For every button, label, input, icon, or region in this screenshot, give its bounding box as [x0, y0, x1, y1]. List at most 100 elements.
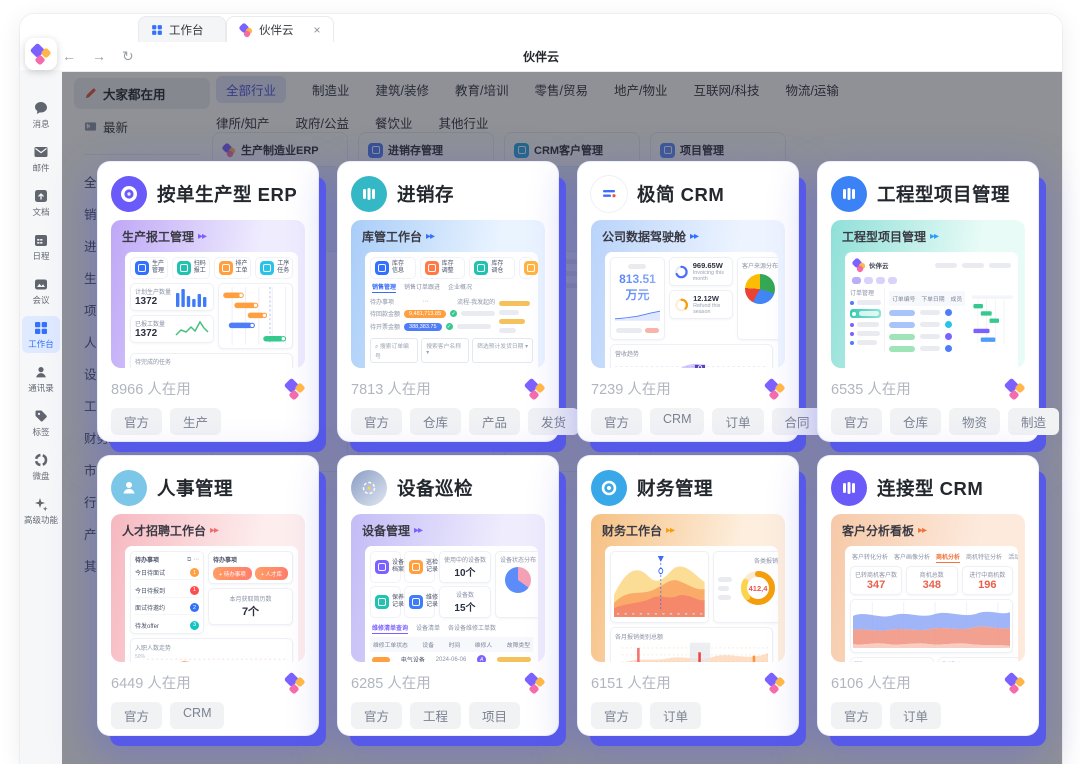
users-count: 7813 人在用	[351, 382, 431, 398]
device-status-pie	[504, 567, 531, 593]
tag-chip[interactable]: 产品	[469, 408, 521, 435]
device-photo-icon	[351, 470, 387, 506]
tag-chip[interactable]: 发货	[528, 408, 580, 435]
mini-gantt	[218, 283, 293, 349]
template-card-simple-crm[interactable]: 极简 CRM 公司数据驾驶舱 ▸▸ 813.51万元 969.65W Invoici…	[578, 162, 823, 441]
template-preview: 库管工作台 ▸▸ 库存 信息 库存 调整 库存 调仓 销售管理 销售订单跟进 企业概况 待办…	[351, 220, 545, 368]
mini-app-icon	[260, 261, 275, 275]
rail-item-tags[interactable]: 标签	[22, 404, 60, 441]
template-preview: 财务工作台 ▸▸ 各类报销 412,4 各月报销类别总额	[591, 514, 785, 662]
mini-app-icon	[375, 595, 389, 609]
card-title: 工程型项目管理	[877, 184, 1011, 205]
template-preview: 设备管理 ▸▸ 设备 档案 巡检 记录 保养 记录 维修 记录 使用中的设备数 10个 设备…	[351, 514, 545, 662]
tag-chip[interactable]: 工程	[410, 702, 462, 729]
arrows-icon: ▸▸	[210, 525, 219, 536]
finance-coin-icon	[591, 470, 627, 506]
template-card-connected-crm[interactable]: 连接型 CRM 客户分析看板 ▸▸ 客户转化分析 客户画像分析 商机分析 商机特征分析活…	[818, 456, 1038, 735]
template-card-finance[interactable]: 财务管理 财务工作台 ▸▸ 各类报销 412,4 各月报销类别总额 6151 人…	[578, 456, 798, 735]
project-columns-icon	[831, 176, 867, 212]
tag-chip[interactable]: 官方	[591, 408, 643, 435]
mini-app-icon	[176, 261, 191, 275]
template-card-project[interactable]: 工程型项目管理 工程型项目管理 ▸▸ 伙伴云 订单管理 订单编号 下单日期 成员…	[818, 162, 1060, 441]
users-count: 6151 人在用	[591, 676, 671, 692]
huoban-diamond-icon	[763, 671, 786, 695]
tag-chip[interactable]: CRM	[170, 702, 225, 729]
arrows-icon: ▸▸	[426, 231, 435, 242]
tab-close-icon[interactable]: ×	[314, 24, 321, 36]
card-title: 财务管理	[637, 478, 714, 499]
tag-chip[interactable]: 生产	[170, 408, 222, 435]
tag-chip[interactable]: 仓库	[890, 408, 942, 435]
rail-item-messages[interactable]: 消息	[22, 96, 60, 133]
add-talent-button[interactable]: + 人才库	[254, 567, 288, 580]
tag-chip[interactable]: 订单	[712, 408, 764, 435]
app-logo	[25, 38, 57, 70]
donut-chart	[675, 298, 688, 311]
meeting-icon	[35, 279, 47, 290]
card-title: 极简 CRM	[637, 184, 725, 205]
tag-chip[interactable]: 官方	[111, 702, 163, 729]
users-count: 6535 人在用	[831, 382, 911, 398]
drive-icon	[34, 453, 48, 467]
template-preview: 工程型项目管理 ▸▸ 伙伴云 订单管理 订单编号 下单日期 成员	[831, 220, 1025, 368]
mini-app-icon	[375, 560, 389, 574]
tag-chip[interactable]: 官方	[111, 408, 163, 435]
tag-chip[interactable]: 合同	[771, 408, 823, 435]
mini-app-icon	[218, 261, 233, 275]
card-title: 人事管理	[157, 478, 234, 499]
rail-item-advanced[interactable]: 高级功能	[22, 492, 60, 529]
tag-chip[interactable]: 官方	[591, 702, 643, 729]
sparkle-icon	[35, 498, 48, 512]
mini-app-icon	[408, 560, 423, 574]
card-title: 连接型 CRM	[877, 478, 984, 499]
tag-chip[interactable]: 订单	[890, 702, 942, 729]
tag-chip[interactable]: 物资	[949, 408, 1001, 435]
tag-chip[interactable]: 官方	[351, 408, 403, 435]
rail-item-docs[interactable]: 文档	[22, 184, 60, 221]
arrows-icon: ▸▸	[666, 525, 675, 536]
tag-chip[interactable]: 官方	[831, 702, 883, 729]
erp-ring-icon	[111, 176, 147, 212]
card-title: 设备巡检	[397, 478, 474, 499]
hr-person-icon	[111, 470, 147, 506]
add-todo-button[interactable]: + 待办事项	[213, 567, 252, 580]
template-card-hr[interactable]: 人事管理 人才招聘工作台 ▸▸ 待办事项 ⧉ ⋯ 今日待面试 1 今日待报到 1 面试待…	[98, 456, 318, 735]
users-count: 6449 人在用	[111, 676, 191, 692]
tag-chip[interactable]: 制造	[1008, 408, 1060, 435]
template-preview: 公司数据驾驶舱 ▸▸ 813.51万元 969.65W Invoicing this…	[591, 220, 785, 368]
card-title: 进销存	[397, 184, 455, 205]
rail-item-meeting[interactable]: 会议	[22, 272, 60, 309]
template-card-device[interactable]: 设备巡检 设备管理 ▸▸ 设备 档案 巡检 记录 保养 记录 维修 记录 使用中的设备数 1…	[338, 456, 558, 735]
template-card-grid: 按单生产型 ERP 生产报工管理 ▸▸ 生产 管理 扫码 报工 排产 工单 工序 任务 计…	[98, 162, 1060, 735]
tag-chip[interactable]: 官方	[351, 702, 403, 729]
huoban-diamond-icon	[1003, 377, 1026, 401]
calendar-icon	[35, 235, 47, 246]
mini-app-icon	[408, 595, 423, 609]
card-title: 按单生产型 ERP	[157, 184, 298, 205]
template-card-erp[interactable]: 按单生产型 ERP 生产报工管理 ▸▸ 生产 管理 扫码 报工 排产 工单 工序 任务 计…	[98, 162, 318, 441]
huoban-diamond-icon	[851, 257, 867, 274]
rail-item-mail[interactable]: 邮件	[22, 140, 60, 177]
template-card-inventory[interactable]: 进销存 库管工作台 ▸▸ 库存 信息 库存 调整 库存 调仓 销售管理 销售订单跟进 企业概…	[338, 162, 580, 441]
mini-app-icon	[135, 261, 149, 275]
left-rail: 消息 邮件 文档 日程 会议 工作台 通讯录 标签 微盘 高级功能	[20, 70, 62, 764]
rail-item-contacts[interactable]: 通讯录	[22, 360, 60, 397]
tag-chip[interactable]: 项目	[469, 702, 521, 729]
rail-item-drive[interactable]: 微盘	[22, 448, 60, 485]
tag-chip[interactable]: 仓库	[410, 408, 462, 435]
tag-chip[interactable]: CRM	[650, 408, 705, 435]
tab-workbench[interactable]: 工作台	[138, 16, 226, 42]
tab-strip: 工作台 伙伴云 ×	[20, 14, 1062, 42]
rail-item-calendar[interactable]: 日程	[22, 228, 60, 265]
tab-workbench-label: 工作台	[169, 24, 204, 37]
users-count: 8966 人在用	[111, 382, 191, 398]
arrows-icon: ▸▸	[930, 231, 939, 242]
browser-navbar: ← → ↻ 伙伴云	[20, 42, 1062, 72]
tag-chip[interactable]: 订单	[650, 702, 702, 729]
huoban-diamond-icon	[283, 671, 306, 695]
rail-item-workbench[interactable]: 工作台	[22, 316, 60, 353]
huoban-diamond-icon	[283, 377, 306, 401]
tab-huobanyun[interactable]: 伙伴云 ×	[226, 16, 334, 42]
tag-chip[interactable]: 官方	[831, 408, 883, 435]
inventory-columns-icon	[351, 176, 387, 212]
